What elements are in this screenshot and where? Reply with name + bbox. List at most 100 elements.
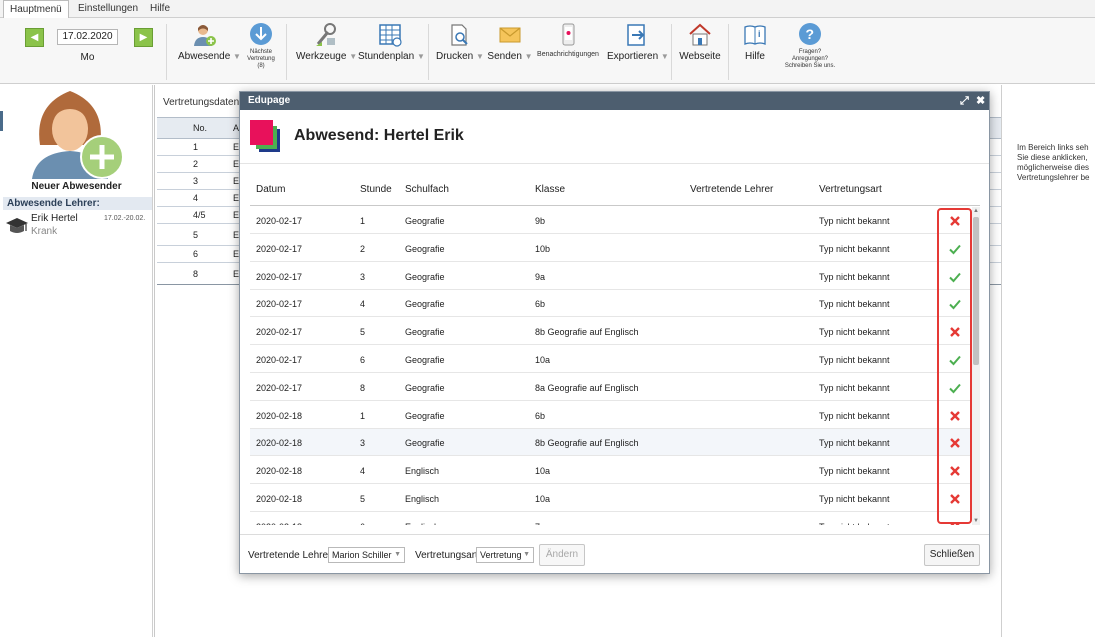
row-no: 4: [193, 193, 199, 203]
menu-tab-hauptmenue[interactable]: Hauptmenü: [3, 0, 69, 19]
dialog-titlebar[interactable]: Edupage ⤢ ✖: [240, 92, 989, 110]
cross-icon[interactable]: [948, 464, 962, 478]
close-icon[interactable]: ✖: [976, 92, 985, 110]
hilfe-button[interactable]: i Hilfe: [738, 22, 772, 62]
row-klasse: 6b: [535, 299, 546, 310]
row-datum: 2020-02-18: [256, 438, 303, 449]
stundenplan-label: Stundenplan: [358, 51, 415, 62]
chevron-down-icon: ▼: [523, 551, 530, 558]
house-icon: [689, 23, 711, 46]
table-scrollbar[interactable]: ▲ ▼: [972, 207, 980, 525]
change-button[interactable]: Ändern: [539, 544, 585, 566]
row-klasse: 10a: [535, 466, 551, 477]
lesson-row[interactable]: 2020-02-17 4 Geografie 6b Typ nicht bekannt: [250, 290, 980, 318]
cross-icon[interactable]: [948, 520, 962, 525]
previous-day-button[interactable]: ◀: [25, 28, 44, 47]
row-no: 5: [193, 230, 199, 240]
senden-button[interactable]: Senden ▼: [487, 22, 533, 62]
webseite-button[interactable]: Webseite: [679, 22, 721, 62]
row-schulfach: Geografie: [405, 271, 445, 282]
col-vertretungsart: Vertretungsart: [819, 184, 882, 195]
col-vertretende-lehrer: Vertretende Lehrer: [690, 184, 774, 195]
ribbon-separator: [166, 24, 167, 80]
info-text: Im Bereich links seh Sie diese anklicken…: [1017, 143, 1095, 183]
cross-icon[interactable]: [948, 436, 962, 450]
cross-icon[interactable]: [948, 325, 962, 339]
substitution-type-select[interactable]: Vertretung ▼: [476, 547, 534, 563]
drucken-button[interactable]: Drucken ▼: [436, 22, 484, 62]
substitute-teacher-value: Marion Schiller: [332, 550, 392, 560]
teacher-color-icon: [250, 120, 280, 152]
row-stunde: 5: [360, 327, 366, 338]
row-no: 2: [193, 159, 199, 169]
naechste-vertretung-button[interactable]: Nächste Vertretung (8): [242, 22, 280, 70]
check-icon[interactable]: [948, 270, 962, 284]
row-klasse: 10a: [535, 494, 551, 504]
row-vertretungsart: Typ nicht bekannt: [819, 271, 890, 282]
left-panel: Neuer Abwesender Abwesende Lehrer: Erik …: [0, 85, 153, 637]
lesson-row[interactable]: 2020-02-17 1 Geografie 9b Typ nicht bekannt: [250, 207, 980, 234]
lesson-row[interactable]: 2020-02-18 5 Englisch 10a Typ nicht bekannt: [250, 485, 980, 512]
row-datum: 2020-02-17: [256, 382, 303, 393]
werkzeuge-label: Werkzeuge: [296, 51, 347, 62]
lesson-row[interactable]: 2020-02-18 6 Englisch 7a Typ nicht bekannt: [250, 513, 980, 525]
lesson-row[interactable]: 2020-02-17 2 Geografie 10b Typ nicht bekannt: [250, 235, 980, 262]
cross-icon[interactable]: [948, 214, 962, 228]
dialog-footer: Vertretende Lehrer: Marion Schiller ▼ Ve…: [240, 534, 989, 573]
stundenplan-button[interactable]: Stundenplan ▼: [358, 22, 425, 62]
lesson-row[interactable]: 2020-02-18 1 Geografie 6b Typ nicht bekannt: [250, 402, 980, 429]
row-klasse: 8b Geografie auf Englisch: [535, 438, 639, 449]
maximize-icon[interactable]: ⤢: [960, 92, 969, 110]
check-icon[interactable]: [948, 297, 962, 311]
cross-icon[interactable]: [948, 492, 962, 506]
lesson-row[interactable]: 2020-02-17 8 Geografie 8a Geografie auf Eng…: [250, 374, 980, 401]
check-icon[interactable]: [948, 242, 962, 256]
timetable-icon: [379, 24, 402, 47]
lessons-table-header: Datum Stunde Schulfach Klasse Vertretend…: [250, 184, 980, 206]
cross-icon[interactable]: [948, 409, 962, 423]
check-icon[interactable]: [948, 353, 962, 367]
next-day-button[interactable]: ▶: [134, 28, 153, 47]
lesson-row[interactable]: 2020-02-17 3 Geografie 9a Typ nicht bekannt: [250, 263, 980, 290]
scroll-down-icon[interactable]: ▼: [972, 517, 980, 525]
new-absent-label[interactable]: Neuer Abwesender: [0, 181, 153, 192]
row-stunde: 1: [360, 410, 366, 421]
row-datum: 2020-02-17: [256, 271, 303, 282]
row-schulfach: Geografie: [405, 243, 445, 254]
info-line: Vertretungslehrer be: [1017, 173, 1090, 182]
benachrichtigungen-button[interactable]: Benachrichtigungen: [536, 22, 600, 58]
close-button[interactable]: Schließen: [924, 544, 980, 566]
dialog-window-title: Edupage: [248, 95, 291, 106]
feedback-button[interactable]: ? Fragen? Anregungen? Schreiben Sie uns.: [780, 22, 840, 70]
menu-tab-einstellungen[interactable]: Einstellungen: [72, 0, 144, 18]
lesson-row[interactable]: 2020-02-18 3 Geografie 8b Geografie auf Eng…: [250, 429, 980, 457]
scroll-up-icon[interactable]: ▲: [972, 207, 980, 215]
absent-teacher-dates: 17.02.-20.02.: [104, 215, 146, 222]
substitute-teacher-select[interactable]: Marion Schiller ▼: [328, 547, 405, 563]
date-field[interactable]: 17.02.2020: [57, 29, 118, 45]
lesson-row[interactable]: 2020-02-18 4 Englisch 10a Typ nicht bekannt: [250, 457, 980, 485]
row-vertretungsart: Typ nicht bekannt: [819, 438, 890, 449]
menu-tab-hilfe[interactable]: Hilfe: [144, 0, 176, 18]
naechste-line3: (8): [257, 63, 265, 69]
absent-teacher-reason: Krank: [31, 226, 58, 237]
row-schulfach: Englisch: [405, 522, 439, 525]
absent-teacher-name[interactable]: Erik Hertel: [31, 213, 78, 224]
lesson-row[interactable]: 2020-02-17 5 Geografie 8b Geografie auf Eng…: [250, 318, 980, 346]
row-datum: 2020-02-18: [256, 466, 303, 477]
row-schulfach: Geografie: [405, 327, 445, 338]
left-edge-marker: [0, 111, 3, 131]
book-info-icon: i: [744, 25, 766, 45]
lesson-row[interactable]: 2020-02-17 6 Geografie 10a Typ nicht bekannt: [250, 346, 980, 373]
naechste-line1: Nächste: [249, 49, 272, 55]
exportieren-button[interactable]: Exportieren ▼: [607, 22, 669, 62]
scroll-thumb[interactable]: [973, 217, 979, 365]
svg-text:?: ?: [806, 26, 815, 42]
new-absent-avatar-icon[interactable]: [30, 85, 126, 179]
dialog-header: Abwesend: Hertel Erik: [240, 110, 989, 164]
check-icon[interactable]: [948, 381, 962, 395]
werkzeuge-button[interactable]: Werkzeuge ▼: [296, 22, 357, 62]
absent-dialog: Edupage ⤢ ✖ Abwesend: Hertel Erik Datum …: [239, 91, 990, 574]
abwesende-button[interactable]: Abwesende ▼: [178, 22, 241, 62]
phone-icon: [562, 23, 575, 46]
